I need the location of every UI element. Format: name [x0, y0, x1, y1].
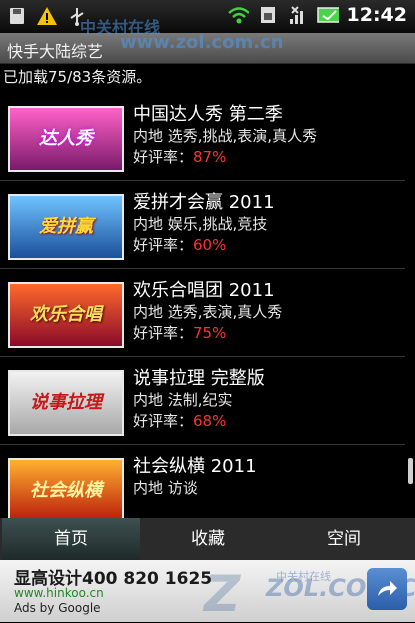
- tab-space[interactable]: 空间: [275, 518, 413, 560]
- page-title: 快手大陆综艺: [7, 42, 104, 61]
- show-thumbnail: 说事拉理: [8, 370, 124, 436]
- app-title-bar: 快手大陆综艺: [0, 33, 415, 64]
- show-tags: 内地 法制,纪实: [133, 391, 233, 409]
- show-thumbnail: 欢乐合唱: [8, 282, 124, 348]
- list-item[interactable]: 达人秀 中国达人秀 第二季 内地 选秀,挑战,表演,真人秀 好评率：87%: [0, 92, 405, 181]
- ad-url[interactable]: www.hinkoo.cn: [14, 586, 104, 600]
- show-title: 社会纵横 2011: [133, 456, 257, 477]
- show-tags: 内地 选秀,表演,真人秀: [133, 303, 283, 321]
- battery-charging-icon: [316, 4, 339, 26]
- tab-favorites[interactable]: 收藏: [139, 518, 277, 560]
- show-tags: 内地 娱乐,挑战,竞技: [133, 215, 268, 233]
- show-rating: 好评率：75%: [133, 324, 227, 342]
- show-tags: 内地 选秀,挑战,表演,真人秀: [133, 127, 318, 145]
- ad-attribution: Ads by Google: [14, 601, 101, 615]
- status-clock: 12:42: [346, 4, 407, 26]
- show-rating: 好评率：87%: [133, 148, 227, 166]
- sd-card-icon: [6, 5, 28, 27]
- show-title: 中国达人秀 第二季: [133, 104, 283, 125]
- list-item[interactable]: 说事拉理 说事拉理 完整版 内地 法制,纪实 好评率：68%: [0, 356, 405, 445]
- ad-banner[interactable]: Z 中关村在线 ZOL.COM.CN 显高设计400 820 1625 www.…: [0, 560, 415, 623]
- usb-icon: [66, 5, 88, 27]
- show-thumbnail: 达人秀: [8, 106, 124, 172]
- list-item[interactable]: 社会纵横 社会纵横 2011 内地 访谈: [0, 444, 405, 518]
- list-scrollbar[interactable]: [408, 458, 413, 484]
- show-list[interactable]: 达人秀 中国达人秀 第二季 内地 选秀,挑战,表演,真人秀 好评率：87% 爱拼…: [0, 92, 415, 518]
- bottom-tab-bar: 首页 收藏 空间: [0, 518, 415, 560]
- list-item[interactable]: 爱拼赢 爱拼才会赢 2011 内地 娱乐,挑战,竞技 好评率：60%: [0, 180, 405, 269]
- status-bar: 12:42: [0, 0, 415, 33]
- share-arrow-icon: [378, 581, 397, 596]
- show-tags: 内地 访谈: [133, 479, 198, 497]
- tab-home[interactable]: 首页: [2, 518, 140, 560]
- show-rating: 好评率：60%: [133, 236, 227, 254]
- sim-card-icon: [257, 4, 279, 26]
- show-title: 欢乐合唱团 2011: [133, 280, 275, 301]
- show-thumbnail: 社会纵横: [8, 458, 124, 518]
- wifi-signal-icon: [227, 4, 249, 26]
- show-title: 爱拼才会赢 2011: [133, 192, 275, 213]
- loaded-status: 已加载75/83条资源。: [3, 68, 152, 86]
- show-rating: 好评率：68%: [133, 412, 227, 430]
- signal-bars-icon: [287, 4, 309, 26]
- list-item[interactable]: 欢乐合唱 欢乐合唱团 2011 内地 选秀,表演,真人秀 好评率：75%: [0, 268, 405, 357]
- show-title: 说事拉理 完整版: [133, 368, 265, 389]
- ad-open-button[interactable]: [367, 568, 407, 610]
- warning-icon: [36, 5, 58, 27]
- show-thumbnail: 爱拼赢: [8, 194, 124, 260]
